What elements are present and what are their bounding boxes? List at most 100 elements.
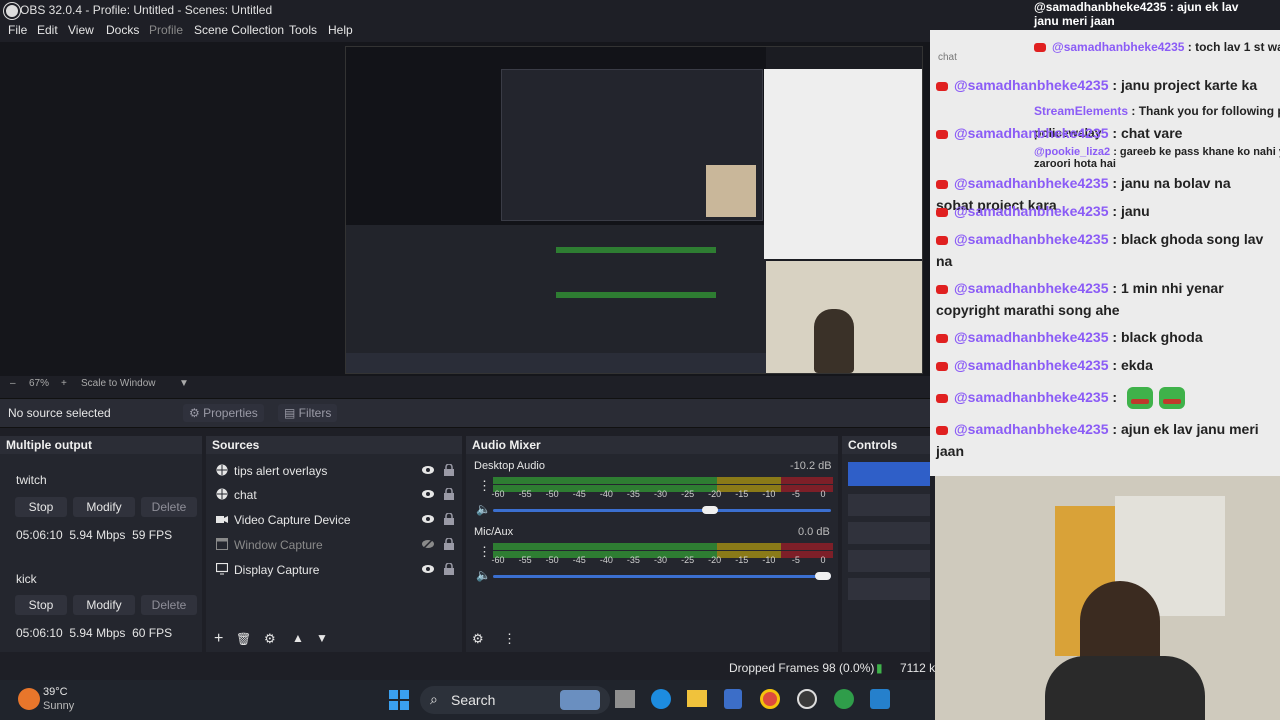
modify-button[interactable]: Modify: [73, 595, 135, 615]
delete-button[interactable]: Delete: [141, 595, 197, 615]
chat-label: chat: [938, 52, 957, 63]
lock-icon[interactable]: [444, 488, 454, 500]
nested-chat: [764, 69, 922, 259]
zoom-out-button[interactable]: –: [10, 378, 16, 389]
preview-canvas[interactable]: [345, 46, 923, 374]
task-view-icon[interactable]: [615, 690, 635, 708]
move-down-icon[interactable]: ▼: [316, 631, 328, 645]
menu-docks[interactable]: Docks: [106, 23, 139, 37]
obs-logo-icon: [4, 3, 20, 19]
lock-icon[interactable]: [444, 538, 454, 550]
volume-slider-knob[interactable]: [815, 572, 831, 580]
edge-icon[interactable]: [651, 689, 671, 709]
window-icon: [216, 538, 228, 550]
meter-tick-label: 0: [820, 555, 826, 565]
speaker-icon[interactable]: 🔈: [476, 502, 491, 516]
menu-bar: File Edit View Docks Profile Scene Colle…: [0, 20, 930, 42]
meter-tick-label: -20: [708, 555, 722, 565]
source-item[interactable]: tips alert overlays: [212, 460, 456, 482]
search-icon: ⌕: [430, 691, 438, 707]
trash-icon[interactable]: 🗑: [236, 632, 251, 646]
chat-message: @samadhanbheke4235 : ekda: [936, 354, 1266, 376]
chat-text: : janu: [1108, 203, 1150, 219]
channel-menu-icon[interactable]: ⋮: [478, 478, 491, 494]
mixer-settings-icon[interactable]: ⚙: [472, 631, 484, 647]
weather-icon[interactable]: [18, 688, 40, 710]
source-item[interactable]: Video Capture Device: [212, 509, 456, 531]
file-explorer-icon[interactable]: [687, 690, 707, 707]
eye-icon[interactable]: [422, 464, 434, 476]
chat-message: @samadhanbheke4235 : black ghoda song la…: [936, 228, 1266, 272]
speaker-icon[interactable]: 🔈: [476, 568, 491, 582]
meter-tick-label: 0: [820, 489, 826, 499]
controls-button[interactable]: [848, 494, 930, 516]
controls-button[interactable]: [848, 522, 930, 544]
lock-icon[interactable]: [444, 513, 454, 525]
source-label: Window Capture: [234, 538, 323, 552]
controls-button[interactable]: [848, 550, 930, 572]
meter-tick-label: -50: [545, 555, 559, 565]
youtube-icon: [936, 425, 948, 435]
add-source-icon[interactable]: +: [214, 630, 223, 648]
volume-slider[interactable]: [493, 572, 831, 580]
chrome-icon[interactable]: [760, 689, 780, 709]
properties-button[interactable]: ⚙ Properties: [183, 404, 264, 422]
source-item[interactable]: Display Capture: [212, 559, 456, 581]
chrome-profile-icon[interactable]: [834, 689, 854, 709]
store-icon[interactable]: [724, 689, 742, 709]
filter-icon: ▤: [284, 406, 299, 420]
filters-button[interactable]: ▤ Filters: [278, 404, 338, 422]
channel-db: -10.2 dB: [790, 460, 832, 472]
menu-view[interactable]: View: [68, 23, 94, 37]
source-item[interactable]: Window Capture: [212, 534, 456, 556]
chat-message: @samadhanbheke4235 : toch lav 1 st wala: [1034, 36, 1280, 58]
menu-file[interactable]: File: [8, 23, 27, 37]
nested-taskbar: [346, 353, 766, 373]
lock-icon[interactable]: [444, 464, 454, 476]
controls-primary-button[interactable]: [848, 462, 930, 486]
scale-mode[interactable]: Scale to Window: [81, 378, 155, 389]
frog-emoji-icon: [1126, 387, 1153, 410]
channel-menu-icon[interactable]: ⋮: [478, 544, 491, 560]
lock-icon[interactable]: [444, 563, 454, 575]
obs-taskbar-icon[interactable]: [797, 689, 817, 709]
eye-hidden-icon[interactable]: [422, 538, 434, 550]
chevron-down-icon[interactable]: ▼: [179, 378, 189, 389]
controls-dock: Controls: [842, 436, 930, 652]
menu-tools[interactable]: Tools: [289, 23, 317, 37]
mixer-menu-icon[interactable]: ⋮: [503, 631, 516, 647]
stop-button[interactable]: Stop: [15, 497, 67, 517]
eye-icon[interactable]: [422, 488, 434, 500]
source-item[interactable]: chat: [212, 484, 456, 506]
eye-icon[interactable]: [422, 513, 434, 525]
modify-button[interactable]: Modify: [73, 497, 135, 517]
volume-meter: [493, 543, 833, 550]
chat-text: : toch lav 1 st wala: [1187, 40, 1280, 54]
menu-scene-collection[interactable]: Scene Collection: [194, 23, 284, 37]
delete-button[interactable]: Delete: [141, 497, 197, 517]
chat-message: @samadhanbheke4235 :: [936, 386, 1266, 410]
volume-slider[interactable]: [493, 506, 831, 514]
volume-slider-knob[interactable]: [702, 506, 719, 514]
vscode-icon[interactable]: [870, 689, 890, 709]
stop-button[interactable]: Stop: [15, 595, 67, 615]
meter-tick-label: -55: [518, 555, 532, 565]
windows-start-icon[interactable]: [389, 690, 409, 710]
chat-user: @samadhanbheke4235: [954, 421, 1109, 437]
eye-icon[interactable]: [422, 563, 434, 575]
meter-tick-label: -30: [653, 489, 668, 499]
meter-tick-label: -20: [708, 489, 722, 499]
dropped-frames: Dropped Frames 98 (0.0%): [729, 661, 875, 675]
controls-button[interactable]: [848, 578, 930, 600]
menu-edit[interactable]: Edit: [37, 23, 58, 37]
menu-profile[interactable]: Profile: [149, 23, 183, 37]
move-up-icon[interactable]: ▲: [292, 631, 304, 645]
meter-tick-label: -25: [681, 555, 695, 565]
chat-user: @samadhanbheke4235: [954, 175, 1109, 191]
gear-icon[interactable]: ⚙: [264, 631, 276, 647]
meter-tick-label: -10: [762, 489, 776, 499]
menu-help[interactable]: Help: [328, 23, 353, 37]
youtube-icon: [936, 81, 948, 91]
zoom-in-button[interactable]: +: [61, 378, 67, 389]
taskbar-search[interactable]: ⌕ Search: [420, 686, 610, 714]
